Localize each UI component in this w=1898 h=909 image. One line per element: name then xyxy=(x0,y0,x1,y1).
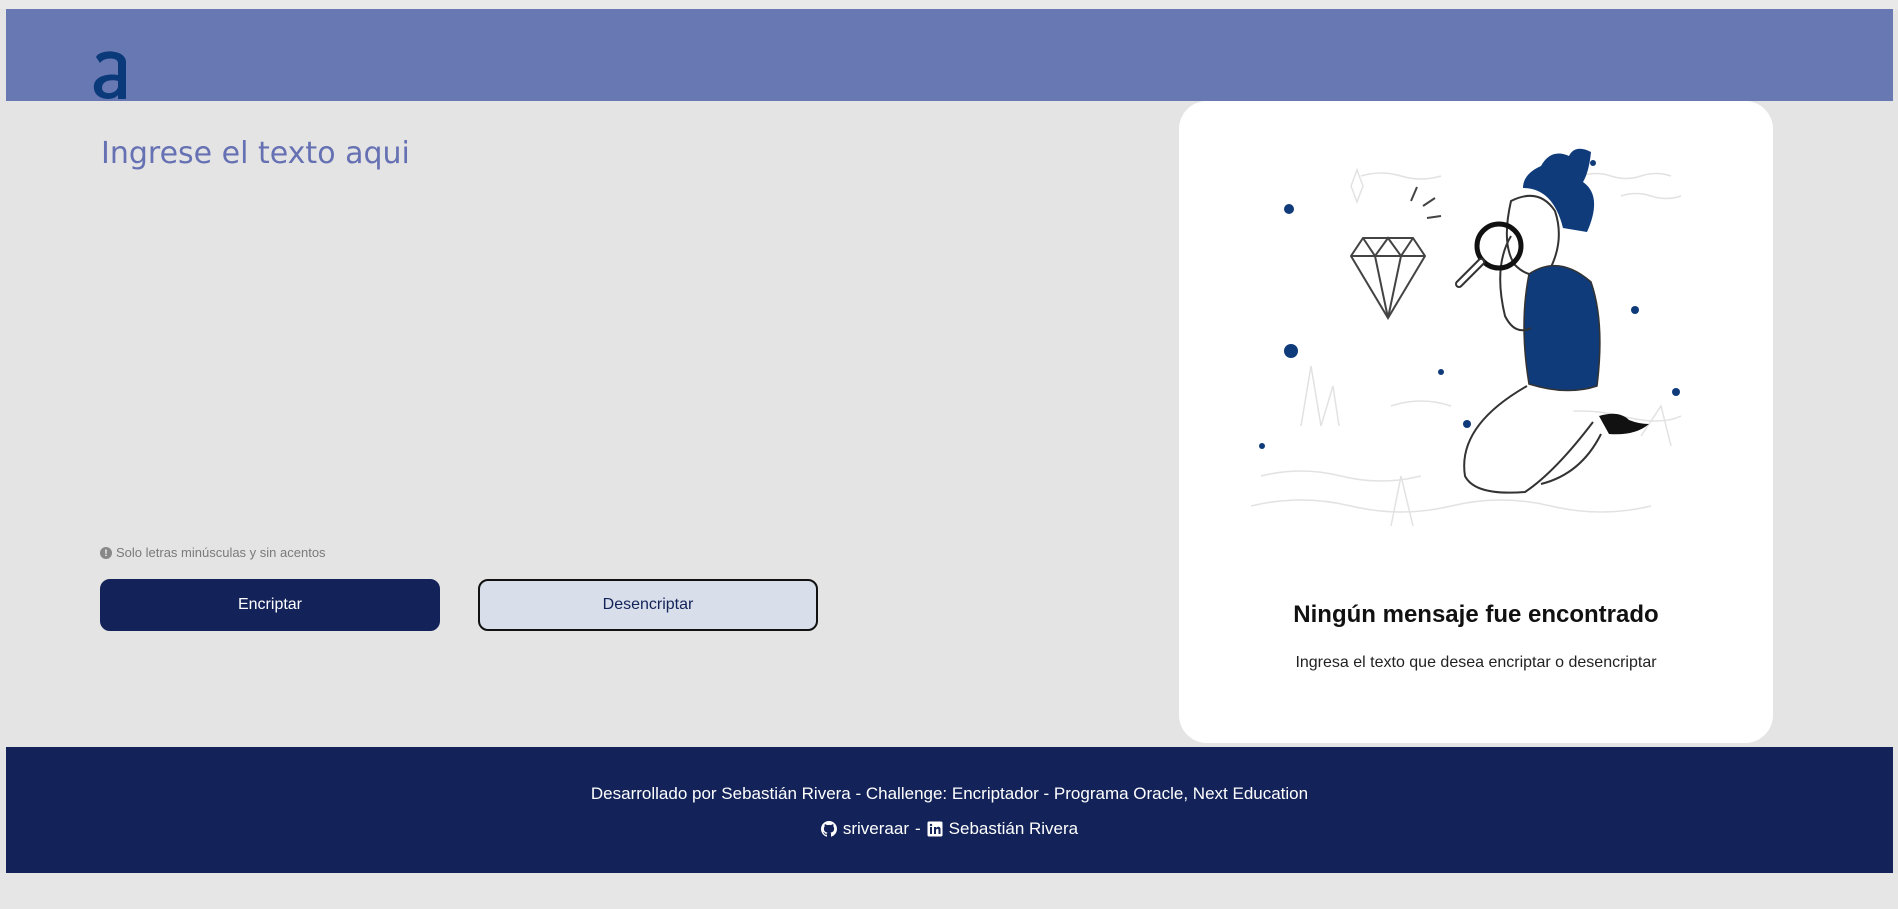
encrypt-button[interactable]: Encriptar xyxy=(100,579,440,631)
info-icon: ! xyxy=(100,546,112,559)
output-card: Ningún mensaje fue encontrado Ingresa el… xyxy=(1179,101,1773,743)
text-input[interactable] xyxy=(101,136,1101,536)
alura-a-logo-icon[interactable] xyxy=(90,47,134,107)
footer: Desarrollado por Sebastián Rivera - Chal… xyxy=(6,747,1893,873)
github-link[interactable]: sriveraar xyxy=(820,819,909,839)
input-panel: ! Solo letras minúsculas y sin acentos E… xyxy=(6,101,1156,746)
empty-message-subtitle: Ingresa el texto que desea encriptar o d… xyxy=(1295,654,1657,671)
encrypt-button-label: Encriptar xyxy=(237,596,303,613)
input-hint: ! Solo letras minúsculas y sin acentos xyxy=(100,545,326,560)
github-user: sriveraar xyxy=(842,819,909,838)
empty-message-title: Ningún mensaje fue encontrado xyxy=(1293,601,1659,628)
footer-credits: Desarrollado por Sebastián Rivera - Chal… xyxy=(590,784,1309,803)
linkedin-icon xyxy=(927,821,943,837)
bottom-strip xyxy=(0,873,1898,909)
top-strip xyxy=(0,0,1898,9)
header xyxy=(6,9,1893,101)
decrypt-button[interactable]: Desencriptar xyxy=(478,579,818,631)
decrypt-button-label: Desencriptar xyxy=(602,596,694,613)
footer-separator: - xyxy=(914,819,921,838)
hint-text: Solo letras minúsculas y sin acentos xyxy=(116,545,326,560)
linkedin-link[interactable]: Sebastián Rivera xyxy=(927,819,1078,839)
person-magnifying-glass-illustration xyxy=(1250,148,1682,527)
footer-links: sriveraar - Sebastián Rivera xyxy=(6,819,1893,839)
linkedin-name: Sebastián Rivera xyxy=(948,819,1079,838)
github-icon xyxy=(820,821,837,837)
